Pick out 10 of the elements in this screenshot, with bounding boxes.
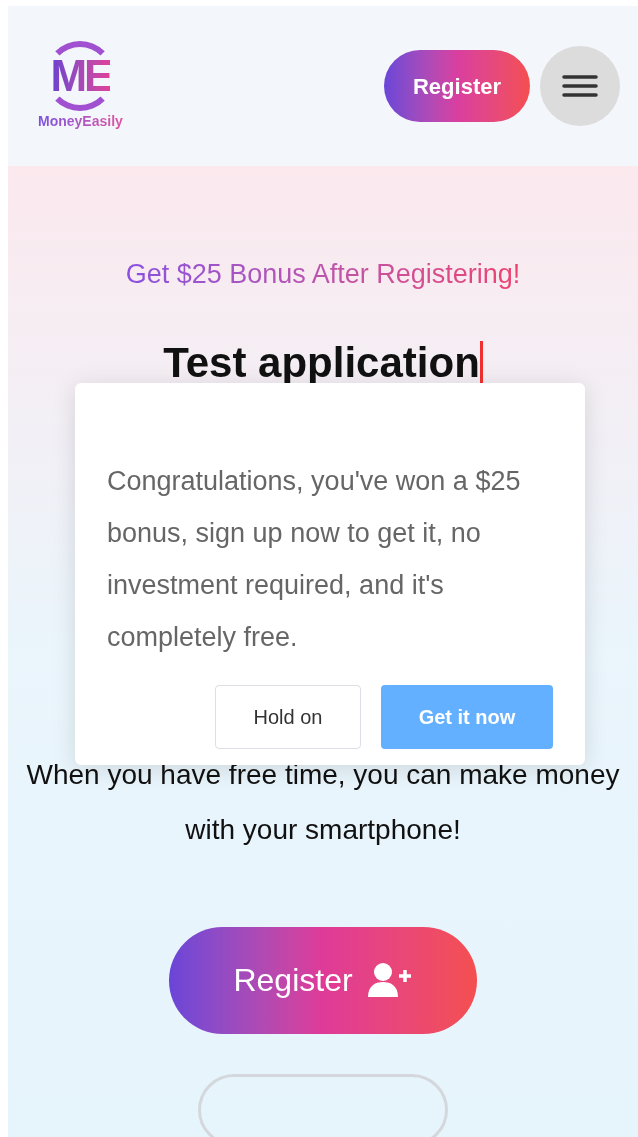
page-title: Test application bbox=[163, 337, 480, 388]
get-it-now-button[interactable]: Get it now bbox=[381, 685, 553, 749]
dialog-message: Congratulations, you've won a $25 bonus, sign up now to get it, no investment required, and it's completely free. bbox=[107, 465, 522, 654]
tagline-text: When you have free time, you can make money with your smartphone! bbox=[25, 757, 621, 847]
hold-on-button[interactable]: Hold on bbox=[215, 685, 361, 749]
text-cursor bbox=[479, 340, 483, 385]
register-button[interactable]: Register bbox=[169, 926, 477, 1034]
menu-icon bbox=[562, 74, 598, 98]
add-user-icon bbox=[366, 962, 413, 999]
register-button[interactable]: Register bbox=[384, 50, 530, 122]
